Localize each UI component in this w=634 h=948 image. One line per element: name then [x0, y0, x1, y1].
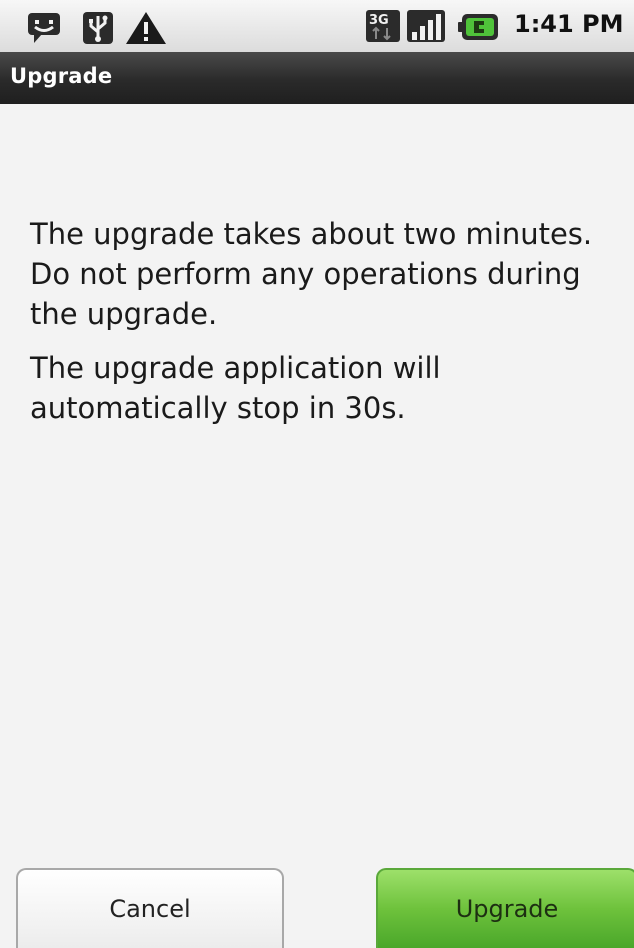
message-paragraph-duration: The upgrade takes about two minutes. Do …: [30, 217, 593, 331]
title-bar: Upgrade: [0, 52, 634, 104]
page-title: Upgrade: [10, 64, 113, 88]
3g-icon: 3G: [366, 10, 400, 42]
upgrade-button[interactable]: Upgrade: [376, 868, 634, 948]
svg-text:3G: 3G: [369, 13, 389, 28]
cancel-button[interactable]: Cancel: [16, 868, 284, 948]
status-bar: 3G 1:41 PM: [0, 0, 634, 52]
status-time: 1:41 PM: [514, 10, 624, 38]
battery-charging-icon: [458, 14, 498, 40]
upgrade-button-label: Upgrade: [455, 895, 559, 923]
signal-icon: [407, 10, 445, 42]
message-body: The upgrade takes about two minutes. Do …: [30, 214, 630, 428]
cancel-button-label: Cancel: [109, 895, 191, 923]
warning-icon: [126, 12, 166, 44]
chat-notification-icon: [28, 13, 60, 43]
usb-icon: [83, 12, 113, 44]
message-paragraph-auto-stop: The upgrade application will automatical…: [30, 351, 441, 425]
